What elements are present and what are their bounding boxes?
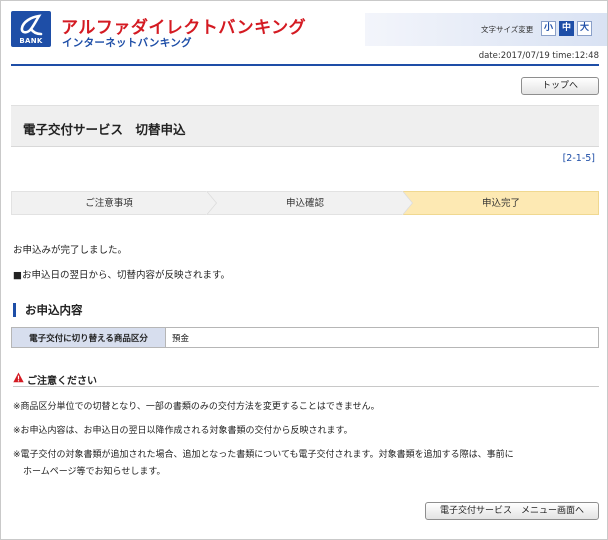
date-time: date:2017/07/19 time:12:48 — [478, 51, 599, 61]
page-frame: BANK アルファダイレクトバンキング インターネットバンキング 文字サイズ変更… — [0, 0, 608, 540]
application-details-table: 電子交付に切り替える商品区分 預金 — [11, 327, 599, 348]
logo-bank-text: BANK — [19, 37, 43, 45]
table-header-product-category: 電子交付に切り替える商品区分 — [11, 327, 166, 348]
font-size-medium-button[interactable]: 中 — [559, 21, 574, 36]
step-confirm: 申込確認 — [207, 191, 403, 215]
menu-screen-button[interactable]: 電子交付サービス メニュー画面へ — [425, 502, 599, 520]
caution-note-continued: ホームページ等でお知らせします。 — [23, 467, 166, 477]
step-notice: ご注意事項 — [11, 191, 207, 215]
step-arrow-icon — [402, 191, 412, 215]
header-divider — [11, 64, 599, 66]
table-cell-product-category: 預金 — [165, 327, 599, 348]
section-heading: お申込内容 — [13, 303, 83, 317]
caution-note: ※商品区分単位での切替となり、一部の書類のみの交付方法を変更することはできません… — [13, 402, 380, 412]
header: BANK アルファダイレクトバンキング インターネットバンキング 文字サイズ変更… — [1, 1, 607, 63]
step-complete: 申込完了 — [403, 191, 599, 215]
warning-icon — [13, 372, 24, 383]
bank-logo[interactable]: BANK — [11, 11, 51, 47]
caution-heading: ご注意ください — [13, 371, 599, 387]
font-size-switcher: 文字サイズ変更 小 中 大 — [365, 13, 607, 46]
top-button[interactable]: トップへ — [521, 77, 599, 95]
font-size-large-button[interactable]: 大 — [577, 21, 592, 36]
caution-note: ※電子交付の対象書類が追加された場合、追加となった書類についても電子交付されます… — [13, 450, 514, 460]
step-arrow-icon — [206, 191, 216, 215]
font-size-label: 文字サイズ変更 — [481, 25, 534, 34]
table-row: 電子交付に切り替える商品区分 預金 — [11, 327, 599, 348]
completion-message: お申込みが完了しました。 — [13, 245, 128, 256]
page-title-box: 電子交付サービス 切替申込 — [11, 105, 599, 147]
caution-label: ご注意ください — [27, 376, 97, 387]
alpha-logo-icon — [20, 14, 43, 36]
screen-id: [2-1-5] — [562, 153, 595, 164]
font-size-small-button[interactable]: 小 — [541, 21, 556, 36]
reflection-message: ■お申込日の翌日から、切替内容が反映されます。 — [13, 270, 231, 281]
progress-steps: ご注意事項 申込確認 申込完了 — [11, 191, 599, 215]
caution-note: ※お申込内容は、お申込日の翌日以降作成される対象書類の交付から反映されます。 — [13, 426, 353, 436]
page-title: 電子交付サービス 切替申込 — [23, 122, 186, 137]
brand-subtitle: インターネットバンキング — [62, 37, 192, 49]
